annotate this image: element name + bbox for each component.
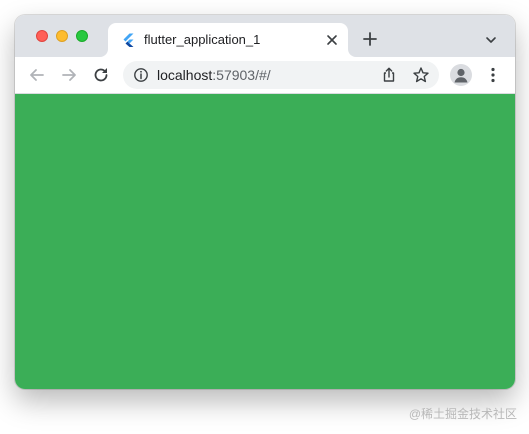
arrow-left-icon [30,69,44,81]
info-icon[interactable] [133,67,149,83]
forward-button[interactable] [58,64,80,86]
url-host: localhost [157,67,213,83]
tab-close-icon[interactable] [322,30,342,50]
more-vertical-icon[interactable] [484,64,502,86]
new-tab-button[interactable] [359,28,381,50]
address-bar[interactable]: localhost:57903/#/ [123,61,439,89]
address-url[interactable]: localhost:57903/#/ [157,67,271,83]
profile-avatar-icon[interactable] [450,64,472,86]
window-close-button[interactable] [36,30,48,42]
reload-icon [94,68,108,82]
page-viewport[interactable] [15,94,515,389]
url-path: :57903/#/ [212,67,271,83]
window-maximize-button[interactable] [76,30,88,42]
screenshot-stage: flutter_application_1 localhost:57903/#/… [0,0,529,434]
plus-icon [363,32,377,46]
flutter-icon [121,33,135,47]
tab-search-button[interactable] [481,30,501,50]
arrow-right-icon [62,69,76,81]
back-button[interactable] [26,64,48,86]
share-icon[interactable] [380,66,398,84]
tab-flutter-application[interactable]: flutter_application_1 [108,23,348,57]
tab-title: flutter_application_1 [144,32,261,47]
chevron-down-icon [486,37,496,43]
browser-toolbar: localhost:57903/#/ [15,57,515,94]
reload-button[interactable] [90,64,112,86]
tab-strip: flutter_application_1 [15,15,515,57]
browser-window: flutter_application_1 localhost:57903/#/ [15,15,515,389]
window-minimize-button[interactable] [56,30,68,42]
star-icon[interactable] [412,66,430,84]
watermark: @稀土掘金技术社区 [408,407,517,421]
